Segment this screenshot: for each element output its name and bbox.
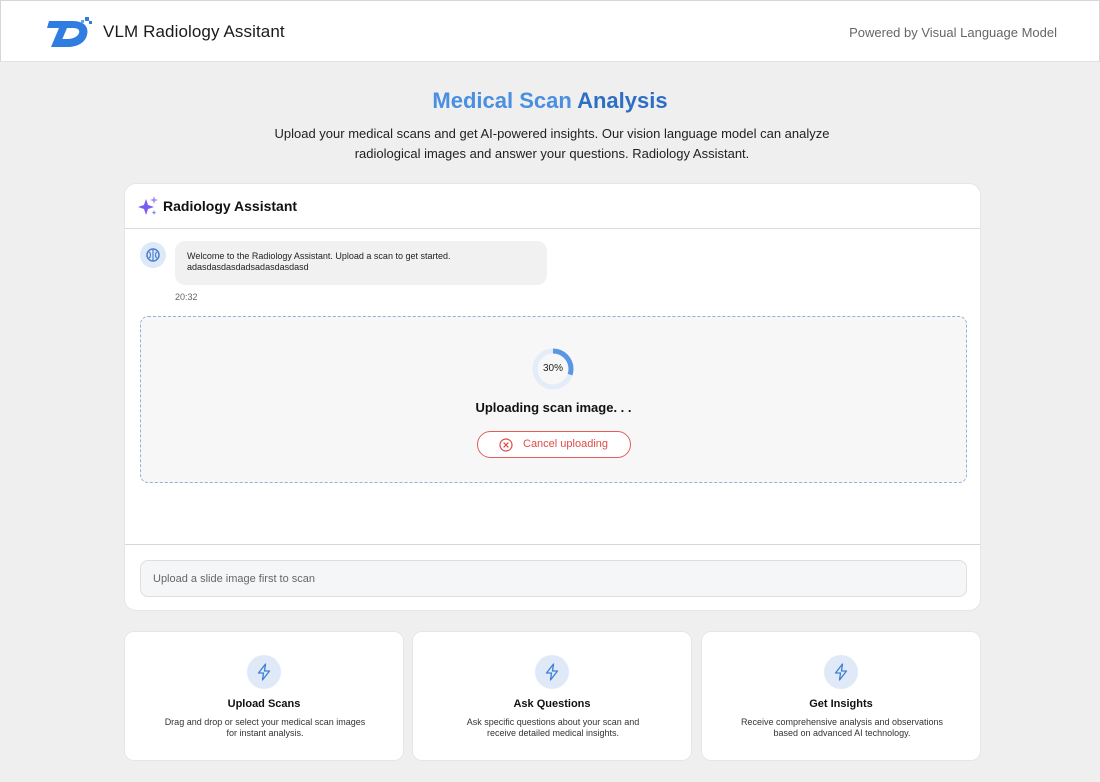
lightning-icon xyxy=(545,663,559,681)
page-subtitle: Upload your medical scans and get AI-pow… xyxy=(274,126,830,161)
brain-icon xyxy=(146,248,160,262)
page-title-part1: Medical Scan xyxy=(432,88,578,113)
feature-card-get-insights: Get Insights Receive comprehensive analy… xyxy=(701,631,981,761)
feature-description-line2: for instant analysis. xyxy=(226,728,304,738)
cancel-upload-button[interactable]: Cancel uploading xyxy=(477,431,631,458)
message-timestamp: 20:32 xyxy=(175,292,198,302)
upload-status-text: Uploading scan image. . . xyxy=(475,400,632,415)
feature-icon-circle xyxy=(247,655,281,689)
upload-progress-label: 30% xyxy=(542,363,563,374)
close-circle-icon xyxy=(499,438,513,452)
feature-icon-circle xyxy=(824,655,858,689)
feature-description: Receive comprehensive analysis and obser… xyxy=(724,717,960,739)
feature-description: Ask specific questions about your scan a… xyxy=(435,717,671,739)
page-title: Medical Scan Analysis xyxy=(0,88,1100,114)
chat-card-header: Radiology Assistant xyxy=(125,184,980,229)
sparkle-icon xyxy=(138,196,158,215)
feature-title: Upload Scans xyxy=(227,698,301,710)
chat-title: Radiology Assistant xyxy=(163,198,298,214)
app-title: VLM Radiology Assitant xyxy=(103,22,285,41)
feature-description: Drag and drop or select your medical sca… xyxy=(147,717,383,739)
chat-card: Radiology Assistant Welcome to the Radio… xyxy=(124,183,981,611)
page-title-part2: Analysis xyxy=(577,88,668,113)
feature-title: Ask Questions xyxy=(513,698,591,710)
feature-description-line1: Drag and drop or select your medical sca… xyxy=(164,717,366,727)
lightning-icon xyxy=(834,663,848,681)
powered-by-text: Powered by Visual Language Model xyxy=(849,25,1057,40)
feature-description-line2: based on advanced AI technology. xyxy=(773,728,911,738)
top-bar: VLM Radiology Assitant Powered by Visual… xyxy=(0,0,1100,62)
divider xyxy=(125,544,980,545)
bot-avatar xyxy=(140,242,166,268)
question-input[interactable] xyxy=(140,560,967,597)
feature-description-line2: receive detailed medical insights. xyxy=(486,728,620,738)
app-logo-icon xyxy=(47,17,92,47)
feature-description-line1: Ask specific questions about your scan a… xyxy=(466,717,640,727)
bot-message-line1: Welcome to the Radiology Assistant. Uplo… xyxy=(187,251,451,261)
feature-description-line1: Receive comprehensive analysis and obser… xyxy=(740,717,944,727)
upload-dropzone[interactable]: 30% Uploading scan image. . . Cancel upl… xyxy=(140,316,967,483)
feature-title: Get Insights xyxy=(809,698,873,710)
bot-message-bubble: Welcome to the Radiology Assistant. Uplo… xyxy=(175,241,547,285)
lightning-icon xyxy=(257,663,271,681)
bot-message-line2: adasdasdasdadsadasdasdasd xyxy=(187,262,309,272)
feature-icon-circle xyxy=(535,655,569,689)
cancel-upload-label: Cancel uploading xyxy=(523,438,609,450)
feature-card-ask-questions: Ask Questions Ask specific questions abo… xyxy=(412,631,692,761)
feature-card-upload-scans: Upload Scans Drag and drop or select you… xyxy=(124,631,404,761)
